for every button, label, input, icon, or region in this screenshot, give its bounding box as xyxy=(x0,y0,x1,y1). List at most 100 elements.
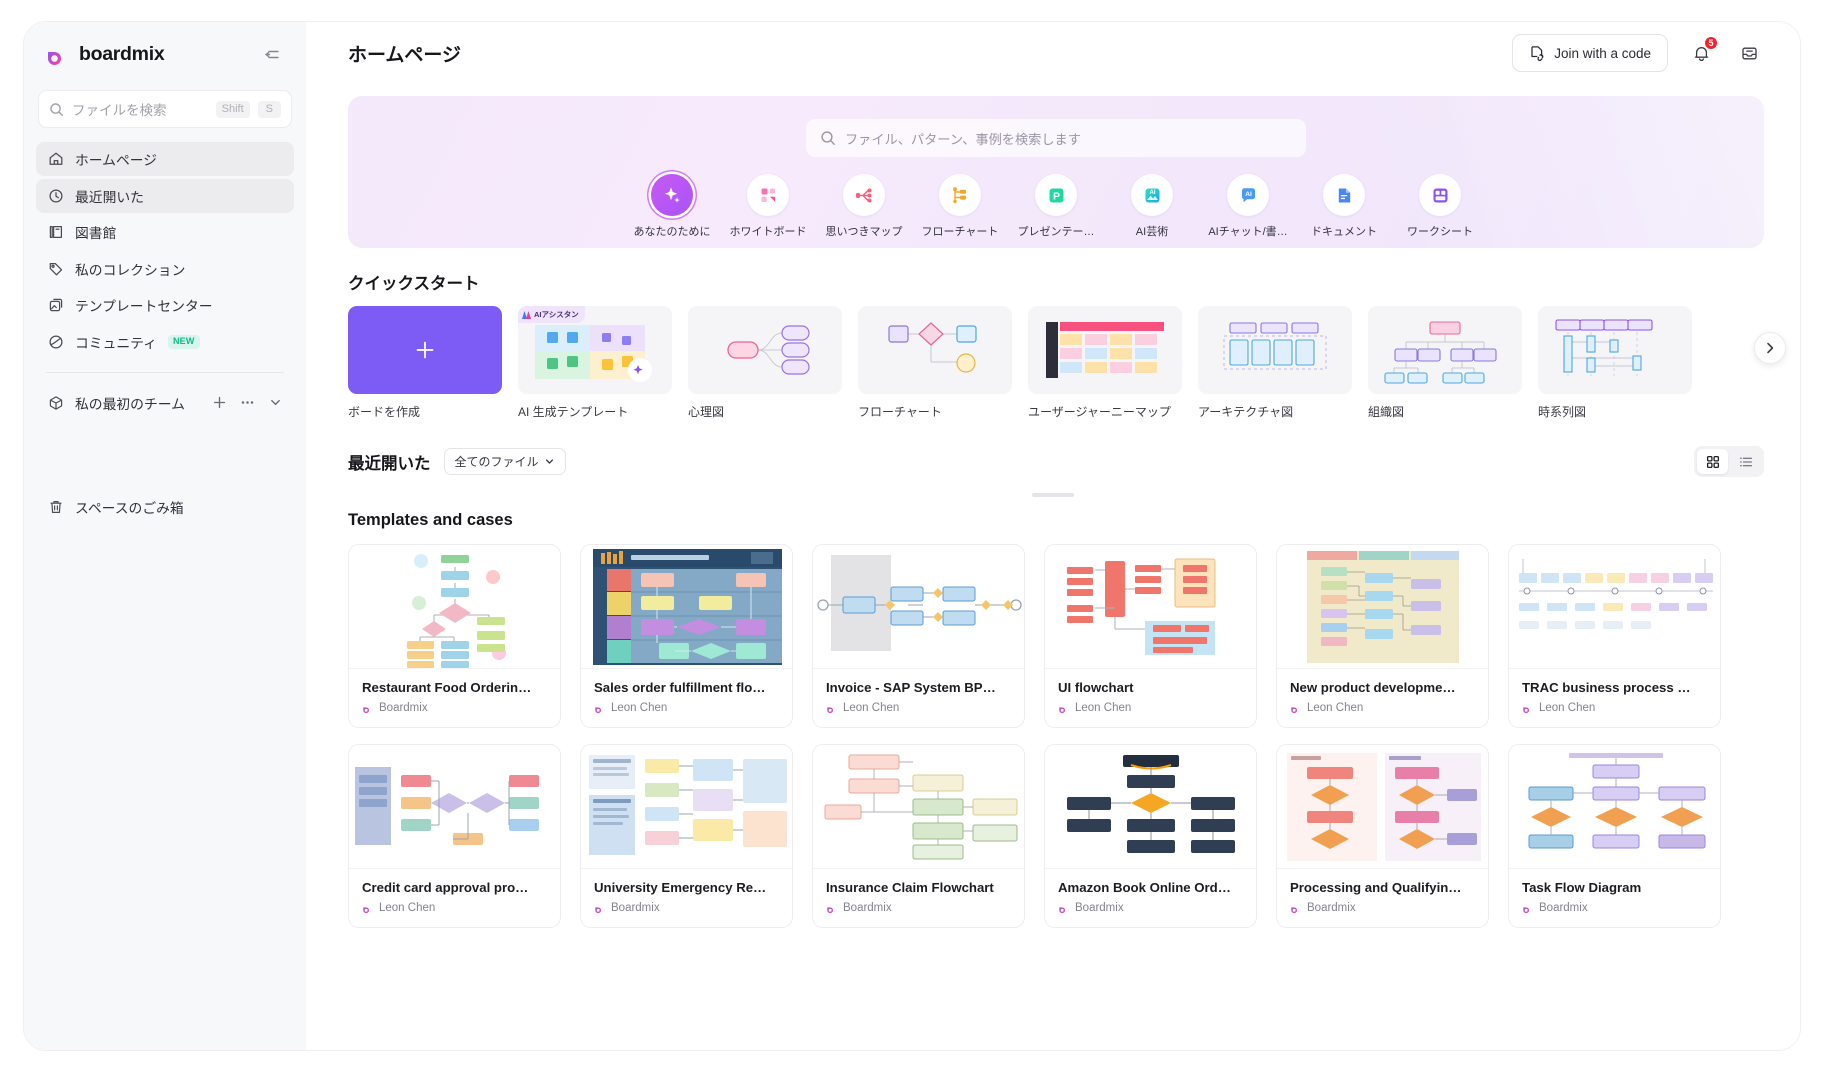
worksheet-icon xyxy=(1419,174,1461,216)
quick-start-mind-map[interactable]: 心理図 xyxy=(688,306,842,420)
quick-start-label: AI 生成テンプレート xyxy=(518,405,629,419)
join-with-code-button[interactable]: Join with a code xyxy=(1512,34,1668,72)
category-ai-chat[interactable]: AI AIチャット/書… xyxy=(1200,174,1296,239)
template-card[interactable]: Sales order fulfillment flo… Leon Chen xyxy=(580,544,793,728)
template-card[interactable]: TRAC business process … Leon Chen xyxy=(1508,544,1721,728)
category-flowchart[interactable]: フローチャート xyxy=(912,174,1008,239)
quick-start-architecture[interactable]: アーキテクチャ図 xyxy=(1198,306,1352,420)
svg-text:AI: AI xyxy=(1149,190,1155,196)
section-drag-handle[interactable] xyxy=(1032,493,1074,497)
template-author: Leon Chen xyxy=(826,702,1011,714)
quick-start-create-board[interactable]: ボードを作成 xyxy=(348,306,502,420)
template-author: Boardmix xyxy=(1058,902,1243,914)
boardmix-mini-logo-icon xyxy=(826,703,837,714)
template-meta: Sales order fulfillment flo… Leon Chen xyxy=(581,669,792,727)
sidebar-item-template-center[interactable]: テンプレートセンター xyxy=(36,288,294,322)
template-meta: UI flowchart Leon Chen xyxy=(1045,669,1256,727)
grid-view-icon[interactable] xyxy=(1697,449,1728,474)
template-card[interactable]: Task Flow Diagram Boardmix xyxy=(1508,744,1721,928)
template-author: Leon Chen xyxy=(1058,702,1243,714)
template-author: Boardmix xyxy=(362,702,547,714)
template-thumbnail xyxy=(1045,545,1256,669)
quick-start-flowchart[interactable]: フローチャート xyxy=(858,306,1012,420)
team-actions xyxy=(212,395,283,410)
template-author-name: Boardmix xyxy=(1307,902,1356,914)
template-author-name: Boardmix xyxy=(1075,902,1124,914)
template-card[interactable]: Credit card approval pro… Leon Chen xyxy=(348,744,561,928)
collapse-panel-icon[interactable] xyxy=(259,41,285,67)
boardmix-logo-icon xyxy=(45,42,70,67)
template-author-name: Boardmix xyxy=(843,902,892,914)
category-worksheet[interactable]: ワークシート xyxy=(1392,174,1488,239)
notification-count-badge: 5 xyxy=(1704,36,1718,50)
notifications-button[interactable]: 5 xyxy=(1686,36,1718,68)
quick-start-label: ボードを作成 xyxy=(348,405,421,419)
chevron-down-icon xyxy=(545,459,553,464)
template-thumbnail xyxy=(1045,745,1256,869)
category-mindmap[interactable]: 思いつきマップ xyxy=(816,174,912,239)
template-meta: TRAC business process … Leon Chen xyxy=(1509,669,1720,727)
add-team-button[interactable] xyxy=(212,395,227,410)
category-ai-art[interactable]: AI AI芸術 xyxy=(1104,174,1200,239)
inbox-button[interactable] xyxy=(1734,38,1764,68)
template-card[interactable]: Restaurant Food Orderin… Boardmix xyxy=(348,544,561,728)
template-meta: Insurance Claim Flowchart Boardmix xyxy=(813,869,1024,927)
category-whiteboard[interactable]: ホワイトボード xyxy=(720,174,816,239)
sidebar-search-input[interactable]: ファイルを検索 Shift S xyxy=(38,90,292,128)
file-filter-dropdown[interactable]: 全てのファイル xyxy=(443,448,566,475)
trash-icon xyxy=(47,499,64,516)
carousel-next-button[interactable] xyxy=(1754,332,1786,364)
boardmix-mini-logo-icon xyxy=(594,703,605,714)
template-thumbnail xyxy=(349,545,560,669)
template-thumbnail xyxy=(1277,745,1488,869)
category-document[interactable]: ドキュメント xyxy=(1296,174,1392,239)
global-search-input[interactable]: ファイル、パターン、事例を検索します xyxy=(806,119,1306,157)
sidebar-item-label: 図書館 xyxy=(75,226,117,241)
sidebar-item-collection[interactable]: 私のコレクション xyxy=(36,252,294,286)
quick-start-journey-map[interactable]: ユーザージャーニーマップ xyxy=(1028,306,1182,420)
sidebar-item-trash[interactable]: スペースのごみ箱 xyxy=(36,490,294,524)
brand-name: boardmix xyxy=(79,42,165,65)
team-more-button[interactable] xyxy=(240,395,255,410)
template-card[interactable]: Processing and Qualifyin… Boardmix xyxy=(1276,744,1489,928)
sidebar-item-recent[interactable]: 最近開いた xyxy=(36,178,294,213)
category-for-you[interactable]: あなたのために xyxy=(624,174,720,239)
template-meta: Amazon Book Online Ord… Boardmix xyxy=(1045,869,1256,927)
template-card[interactable]: Insurance Claim Flowchart Boardmix xyxy=(812,744,1025,928)
sidebar-item-community[interactable]: コミュニティ NEW xyxy=(36,325,294,359)
category-label: フローチャート xyxy=(921,226,999,238)
list-view-icon[interactable] xyxy=(1730,449,1761,474)
template-meta: New product developme… Leon Chen xyxy=(1277,669,1488,727)
template-card[interactable]: Invoice - SAP System BP… Leon Chen xyxy=(812,544,1025,728)
sidebar-team-row[interactable]: 私の最初のチーム xyxy=(36,386,294,420)
template-name: New product developme… xyxy=(1290,680,1456,695)
plus-icon xyxy=(416,341,434,359)
boardmix-mini-logo-icon xyxy=(1290,903,1301,914)
hero-banner: ファイル、パターン、事例を検索します あなたのために ホワイトボード 思いつきマ… xyxy=(348,96,1764,248)
quick-start-ai-template[interactable]: AIアシスタン AI 生成テンプレート xyxy=(518,306,672,420)
quick-start-org-chart[interactable]: 組織図 xyxy=(1368,306,1522,420)
quick-start-label: 時系列図 xyxy=(1538,405,1587,419)
template-thumbnail xyxy=(1509,545,1720,669)
quick-start-sequence[interactable]: 時系列図 xyxy=(1538,306,1692,420)
template-icon xyxy=(47,297,64,314)
brand-row: boardmix xyxy=(36,22,294,86)
template-card[interactable]: University Emergency Re… Boardmix xyxy=(580,744,793,928)
template-thumbnail xyxy=(1509,745,1720,869)
chevron-down-icon[interactable] xyxy=(268,395,283,410)
sidebar-item-home[interactable]: ホームページ xyxy=(36,142,294,176)
quick-start-label: アーキテクチャ図 xyxy=(1198,405,1294,419)
global-search-placeholder: ファイル、パターン、事例を検索します xyxy=(845,131,1081,147)
template-card[interactable]: New product developme… Leon Chen xyxy=(1276,544,1489,728)
category-presentation[interactable]: P プレゼンテー… xyxy=(1008,174,1104,239)
sidebar-divider xyxy=(46,371,284,373)
template-card[interactable]: UI flowchart Leon Chen xyxy=(1044,544,1257,728)
template-author: Boardmix xyxy=(1290,902,1475,914)
template-card[interactable]: Amazon Book Online Ord… Boardmix xyxy=(1044,744,1257,928)
template-name: UI flowchart xyxy=(1058,680,1134,695)
sidebar-item-library[interactable]: 図書館 xyxy=(36,215,294,249)
topbar-actions: Join with a code 5 xyxy=(1512,34,1764,72)
template-meta: Credit card approval pro… Leon Chen xyxy=(349,869,560,927)
join-code-icon xyxy=(1531,46,1544,61)
templates-title: Templates and cases xyxy=(348,511,513,529)
